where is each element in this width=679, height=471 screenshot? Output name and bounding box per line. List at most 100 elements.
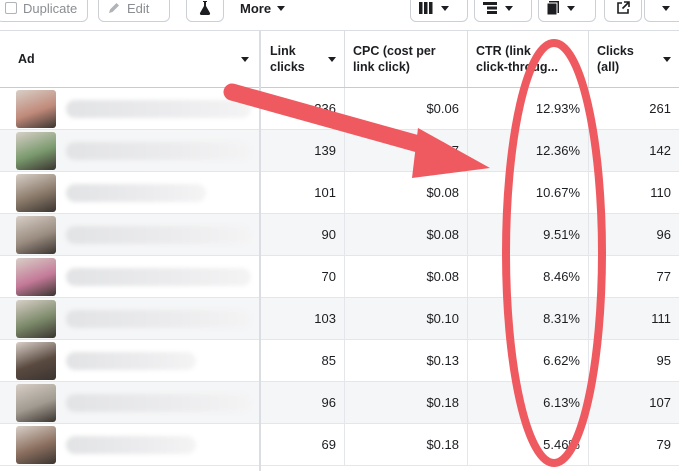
cell-cpc: $0.08 [345,256,468,297]
reports-button[interactable] [538,0,596,22]
more-label: More [240,0,272,16]
table-row[interactable]: 70 $0.08 8.46% 77 [0,256,679,298]
cell-ctr: 8.31% [468,298,589,339]
cell-clicks-all: 95 [656,353,671,368]
edit-label: Edit [127,0,150,16]
ad-thumbnail[interactable] [16,300,56,338]
frozen-column-divider[interactable] [259,30,261,471]
column-header-label: click-throug... [476,60,558,74]
column-header-label: CTR (link [476,44,531,58]
cell-link-clicks: 96 [262,382,345,423]
cell-link-clicks: 101 [262,172,345,213]
ad-thumbnail[interactable] [16,132,56,170]
cell-clicks-all: 79 [656,437,671,452]
ad-name-redacted [66,100,251,118]
cell-ctr: 6.62% [468,340,589,381]
chevron-down-icon [441,5,449,11]
ad-thumbnail[interactable] [16,342,56,380]
column-header-label: Clicks [597,44,634,58]
view-options-button[interactable] [644,0,679,22]
chevron-down-icon [662,5,670,11]
breakdown-icon [483,2,497,14]
cell-ctr: 5.46% [468,424,589,465]
column-header-label: Link [270,44,296,58]
cell-link-clicks: 139 [262,130,345,171]
table-row[interactable]: 139 $0.07 12.36% 142 [0,130,679,172]
cell-clicks-all: 96 [656,227,671,242]
chevron-down-icon [277,5,286,11]
ad-thumbnail[interactable] [16,216,56,254]
cell-clicks-all: 107 [649,395,671,410]
table-row[interactable]: 96 $0.18 6.13% 107 [0,382,679,424]
cell-link-clicks: 69 [262,424,345,465]
cell-cpc: $0.13 [345,340,468,381]
cell-cpc: $0.18 [345,424,468,465]
ad-name-redacted [66,184,206,202]
cell-cpc: $0.08 [345,172,468,213]
ad-name-redacted [66,394,251,412]
export-icon [617,1,630,14]
chevron-down-icon [505,5,513,11]
column-header-label: clicks [270,60,305,74]
cell-link-clicks: 85 [262,340,345,381]
cell-ctr: 6.13% [468,382,589,423]
ad-name-redacted [66,226,251,244]
ab-test-button[interactable] [186,0,224,22]
cell-cpc: $0.18 [345,382,468,423]
cell-cpc: $0.07 [345,130,468,171]
cell-cpc: $0.10 [345,298,468,339]
column-header-ad[interactable]: Ad [0,31,260,87]
cell-ctr: 8.46% [468,256,589,297]
column-header-label: CPC (cost per [353,44,436,58]
ad-thumbnail[interactable] [16,384,56,422]
cell-ctr: 10.67% [468,172,589,213]
cell-clicks-all: 77 [656,269,671,284]
ad-thumbnail[interactable] [16,174,56,212]
column-header-label: Ad [18,52,35,66]
export-button[interactable] [604,0,642,22]
columns-button[interactable] [410,0,468,22]
cell-cpc: $0.06 [345,88,468,129]
ad-thumbnail[interactable] [16,90,56,128]
ad-name-redacted [66,310,251,328]
column-header-cpc[interactable]: CPC (cost per link click) [345,31,468,87]
cell-link-clicks: 236 [262,88,345,129]
ad-thumbnail[interactable] [16,426,56,464]
cell-link-clicks: 103 [262,298,345,339]
table-row[interactable]: 236 $0.06 12.93% 261 [0,88,679,130]
flask-icon [199,1,211,15]
pencil-icon [109,3,119,13]
chevron-down-icon [241,57,249,62]
columns-icon [419,2,433,14]
duplicate-icon [5,2,17,14]
cell-link-clicks: 70 [262,256,345,297]
report-icon [547,1,559,15]
column-header-link-clicks[interactable]: Link clicks [262,31,345,87]
duplicate-label: Duplicate [23,0,78,16]
table-row[interactable]: 85 $0.13 6.62% 95 [0,340,679,382]
cell-ctr: 9.51% [468,214,589,255]
ads-toolbar: Duplicate Edit More [0,0,679,28]
ad-name-redacted [66,352,196,370]
ad-thumbnail[interactable] [16,258,56,296]
breakdown-button[interactable] [474,0,532,22]
cell-clicks-all: 110 [650,185,671,200]
column-header-ctr[interactable]: CTR (link click-throug... [468,31,589,87]
more-button[interactable]: More [232,0,310,22]
table-header: Ad Link clicks CPC (cost per link click)… [0,30,679,88]
ad-name-redacted [66,142,251,160]
cell-clicks-all: 261 [649,101,671,116]
table-row[interactable]: 101 $0.08 10.67% 110 [0,172,679,214]
ad-name-redacted [66,436,196,454]
duplicate-button[interactable]: Duplicate [0,0,88,22]
column-header-clicks-all[interactable]: Clicks (all) [589,31,679,87]
chevron-down-icon [328,57,336,62]
table-row[interactable]: 103 $0.10 8.31% 111 [0,298,679,340]
cell-link-clicks: 90 [262,214,345,255]
edit-button[interactable]: Edit [98,0,170,22]
table-row[interactable]: 90 $0.08 9.51% 96 [0,214,679,256]
table-row[interactable]: 69 $0.18 5.46% 79 [0,424,679,466]
chevron-down-icon [567,5,575,11]
chevron-down-icon [663,57,671,62]
cell-ctr: 12.36% [468,130,589,171]
